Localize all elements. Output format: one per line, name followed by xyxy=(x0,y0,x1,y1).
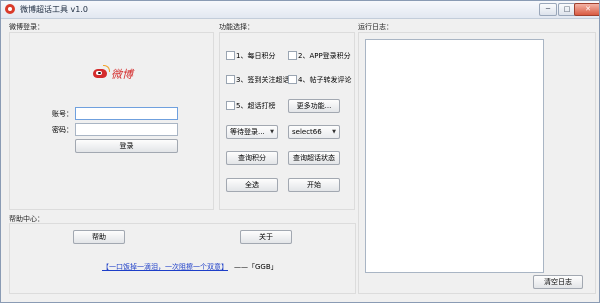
close-button[interactable]: ✕ xyxy=(574,3,599,16)
login-button[interactable]: 登录 xyxy=(75,139,178,153)
option-5-checkbox[interactable] xyxy=(226,101,235,110)
help-panel xyxy=(9,223,356,294)
select-all-button[interactable]: 全选 xyxy=(226,178,278,192)
account-label: 账号： xyxy=(52,110,73,118)
slogan-link[interactable]: 【一口饭掉一滴泪，一次阻擦一个双意】 xyxy=(102,262,228,272)
account-input[interactable] xyxy=(75,107,178,120)
clear-log-button[interactable]: 清空日志 xyxy=(533,275,583,289)
chevron-down-icon: ▼ xyxy=(332,129,336,135)
option-3-checkbox[interactable] xyxy=(226,75,235,84)
option-2-label: 2、APP登录积分 xyxy=(298,52,351,60)
log-section-title: 运行日志： xyxy=(358,23,393,31)
login-section-title: 微博登录： xyxy=(9,23,44,31)
login-status-dropdown[interactable]: 等待登录... ▼ xyxy=(226,125,278,139)
login-panel xyxy=(9,32,214,210)
title-bar: 微博超话工具 v1.0 ─ □ ✕ xyxy=(1,1,599,19)
minimize-button[interactable]: ─ xyxy=(539,3,557,16)
help-button[interactable]: 帮助 xyxy=(73,230,125,244)
about-button[interactable]: 关于 xyxy=(240,230,292,244)
select-dropdown[interactable]: select66 ▼ xyxy=(288,125,340,139)
weibo-app-icon xyxy=(5,4,15,14)
option-1-checkbox[interactable] xyxy=(226,51,235,60)
option-5-label: 5、超话打榜 xyxy=(236,102,276,110)
password-input[interactable] xyxy=(75,123,178,136)
query-points-button[interactable]: 查询积分 xyxy=(226,151,278,165)
option-4-checkbox[interactable] xyxy=(288,75,297,84)
app-window: 微博超话工具 v1.0 ─ □ ✕ 微博登录： 微博 账号： 密码： 登录 功能… xyxy=(0,0,600,303)
log-output[interactable] xyxy=(365,39,544,273)
weibo-logo-text: 微博 xyxy=(111,68,133,81)
functions-section-title: 功能选择： xyxy=(219,23,254,31)
login-status-value: 等待登录... xyxy=(230,128,265,136)
start-button[interactable]: 开始 xyxy=(288,178,340,192)
window-title: 微博超话工具 v1.0 xyxy=(20,5,88,14)
author-signature: ——「GGB」 xyxy=(234,263,278,271)
option-4-label: 4、帖子转发评论 xyxy=(298,76,352,84)
select-dropdown-value: select66 xyxy=(292,128,322,136)
option-2-checkbox[interactable] xyxy=(288,51,297,60)
query-status-button[interactable]: 查询超话状态 xyxy=(288,151,340,165)
chevron-down-icon: ▼ xyxy=(270,129,274,135)
more-functions-button[interactable]: 更多功能... xyxy=(288,99,340,113)
option-3-label: 3、签到关注超话 xyxy=(236,76,290,84)
password-label: 密码： xyxy=(52,126,73,134)
option-1-label: 1、每日积分 xyxy=(236,52,276,60)
